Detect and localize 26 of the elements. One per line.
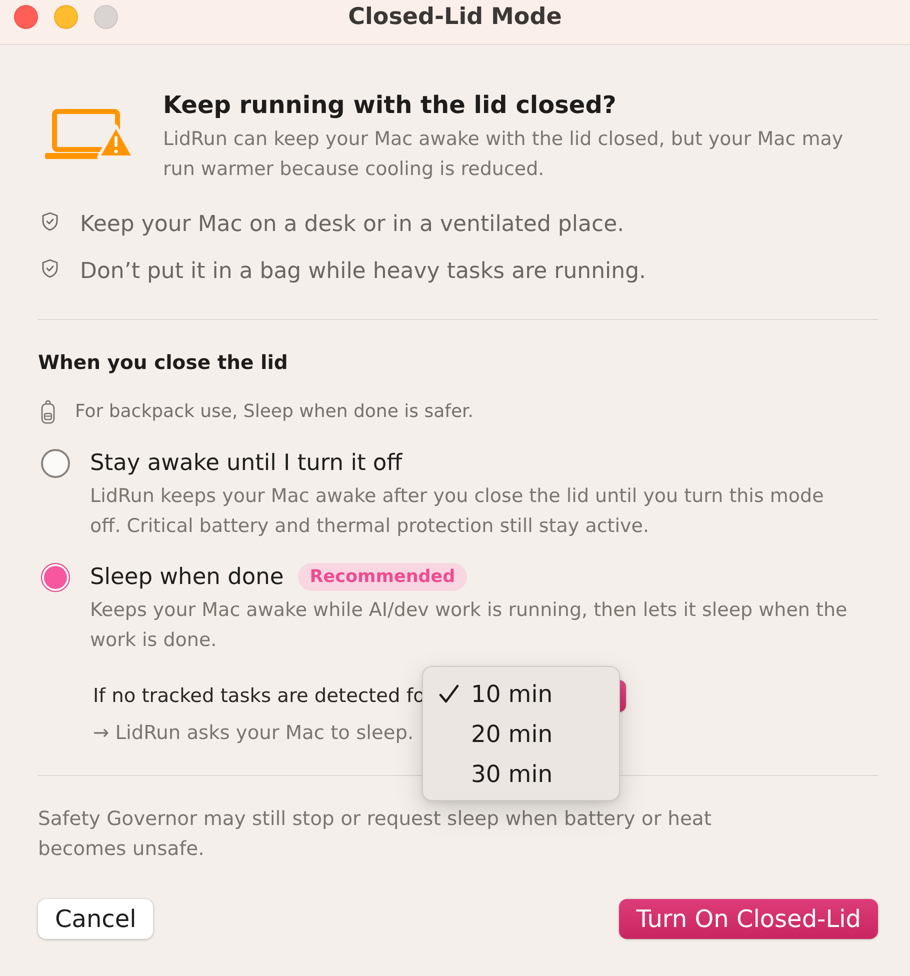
window-title: Closed-Lid Mode	[348, 4, 562, 30]
backpack-icon	[41, 400, 55, 424]
shield-check-icon	[42, 212, 58, 231]
hint-text: For backpack use, Sleep when done is safer.	[75, 400, 474, 424]
minimize-button[interactable]	[54, 5, 78, 29]
option-description: Keeps your Mac awake while AI/dev work is running, then lets it sleep when the work is done.	[90, 598, 848, 653]
result-text: → LidRun asks your Mac to sleep.	[93, 721, 414, 745]
dialog-description: LidRun can keep your Mac awake with the lid closed, but your Mac may run warmer because cooling is reduced.	[163, 127, 844, 182]
shield-check-icon	[42, 259, 58, 278]
section-heading: When you close the lid	[38, 350, 289, 376]
dialog-heading: Keep running with the lid closed?	[163, 91, 618, 119]
recommended-badge: Recommended	[298, 563, 468, 591]
tip-text: Keep your Mac on a desk or in a ventilated place.	[80, 211, 624, 239]
menu-item[interactable]: 30 min	[422, 754, 619, 794]
cancel-button[interactable]: Cancel	[38, 899, 154, 939]
menu-item[interactable]: 10 min	[422, 674, 619, 714]
turn-on-button[interactable]: Turn On Closed-Lid	[619, 899, 878, 939]
option-label: Stay awake until I turn it off	[90, 449, 402, 477]
radio-button[interactable]	[41, 562, 70, 592]
option-label: Sleep when done	[90, 563, 284, 591]
safety-note: Safety Governor may still stop or request sleep when battery or heat becomes unsafe.	[38, 806, 713, 862]
tip-text: Don’t put it in a bag while heavy tasks are running.	[80, 258, 646, 286]
option-description: LidRun keeps your Mac awake after you close the lid until you turn this mode off. Critical battery and thermal protection still stay active.	[90, 484, 825, 539]
menu-item[interactable]: 20 min	[422, 714, 619, 754]
close-button[interactable]	[14, 5, 38, 29]
radio-button[interactable]	[41, 448, 70, 478]
